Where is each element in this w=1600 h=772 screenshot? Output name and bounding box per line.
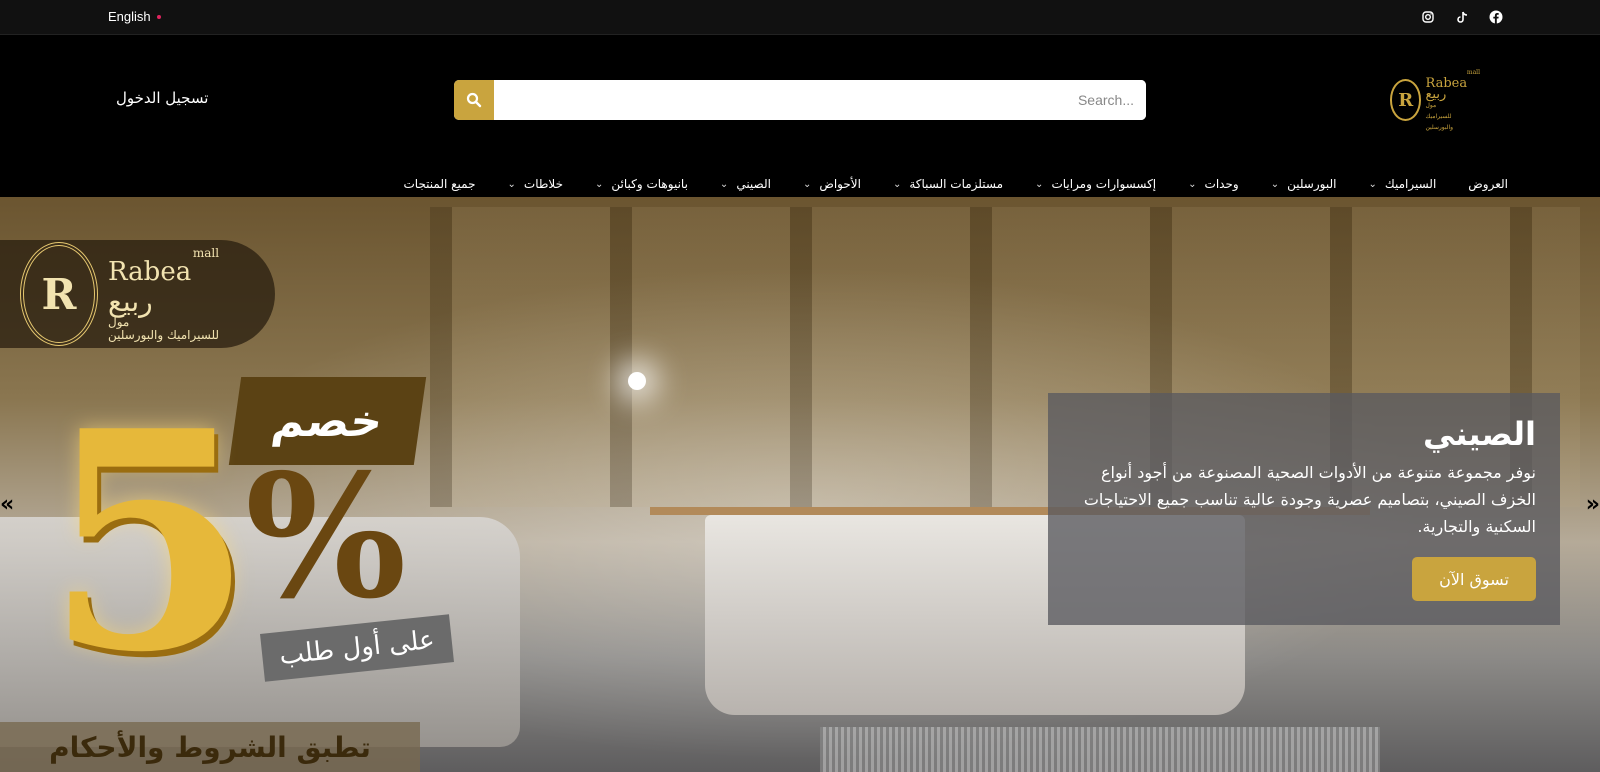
- logo-name-ar: ربيع: [1425, 87, 1447, 102]
- slide-description: نوفر مجموعة متنوعة من الأدوات الصحية الم…: [1083, 463, 1536, 536]
- logo-suffix-ar: مول: [1425, 102, 1437, 109]
- hero-background-rug: [820, 727, 1380, 772]
- nav-item-label: العروض: [1468, 177, 1508, 191]
- search-button[interactable]: [454, 80, 494, 120]
- nav-item-label: وحدات: [1204, 177, 1239, 191]
- slider-next-arrow[interactable]: »: [1586, 492, 1600, 517]
- nav-item-2[interactable]: البورسلين ⌄: [1271, 177, 1337, 191]
- nav-item-6[interactable]: الأحواض ⌄: [803, 177, 861, 191]
- language-switcher[interactable]: English: [108, 9, 161, 24]
- logo-text: mall Rabea ربيع مول للسيراميك والبورسلين: [1425, 67, 1480, 133]
- slide-caption: الصيني نوفر مجموعة متنوعة من الأدوات الص…: [1048, 393, 1560, 625]
- nav-item-8[interactable]: بانيوهات وكبائن ⌄: [595, 177, 688, 191]
- promo-logo-tagline: للسيراميك والبورسلين: [108, 327, 220, 342]
- promo-logo-ar: ربيع: [108, 284, 153, 318]
- instagram-icon[interactable]: [1420, 9, 1436, 25]
- nav-item-0[interactable]: العروض: [1468, 177, 1508, 191]
- facebook-icon[interactable]: [1488, 9, 1504, 25]
- nav-item-10[interactable]: جميع المنتجات: [403, 177, 475, 191]
- chevron-down-icon: ⌄: [507, 178, 516, 190]
- nav-item-1[interactable]: السيراميك ⌄: [1368, 177, 1436, 191]
- tiktok-icon[interactable]: [1454, 9, 1470, 25]
- chevron-down-icon: ⌄: [802, 178, 812, 190]
- main-nav: العروض السيراميك ⌄ البورسلين ⌄ وحدات ⌄ إكسسوارا…: [371, 170, 1508, 198]
- hero-slider: R mall Rabea ربيع مول للسيراميك والبورسل…: [0, 197, 1600, 772]
- slider-prev-arrow[interactable]: «: [0, 492, 14, 517]
- nav-item-4[interactable]: إكسسوارات ومرايات ⌄: [1035, 177, 1156, 191]
- top-bar: English: [0, 0, 1600, 35]
- slide-title: الصيني: [1422, 415, 1536, 453]
- chevron-down-icon: ⌄: [1188, 178, 1197, 190]
- nav-item-label: خلاطات: [523, 177, 564, 191]
- site-logo[interactable]: R mall Rabea ربيع مول للسيراميك والبورسل…: [1390, 69, 1480, 131]
- site-header: تسجيل الدخول R mall Rabea ربيع مول للسير…: [0, 36, 1600, 196]
- login-link[interactable]: تسجيل الدخول: [116, 89, 208, 107]
- promo-logo-text: mall Rabea ربيع مول للسيراميك والبورسلين: [108, 247, 219, 341]
- promo-terms: تطبق الشروط والأحكام: [0, 722, 420, 772]
- promo-logo-emblem: R: [20, 242, 98, 346]
- search-input[interactable]: [494, 80, 1146, 120]
- nav-item-3[interactable]: وحدات ⌄: [1188, 177, 1239, 191]
- chevron-down-icon: ⌄: [595, 178, 604, 190]
- chevron-down-icon: ⌄: [892, 178, 902, 190]
- nav-item-label: الأحواض: [819, 177, 861, 191]
- shop-now-button[interactable]: تسوق الآن: [1412, 557, 1536, 601]
- language-dropdown-icon: [156, 14, 161, 19]
- promo-discount-number: 5: [45, 365, 254, 718]
- search-bar: [454, 80, 1146, 120]
- chevron-down-icon: ⌄: [719, 178, 729, 190]
- chevron-down-icon: ⌄: [1035, 178, 1044, 190]
- nav-item-7[interactable]: الصيني ⌄: [720, 177, 771, 191]
- logo-tagline: للسيراميك والبورسلين: [1425, 113, 1454, 131]
- nav-item-label: جميع المنتجات: [403, 177, 476, 191]
- promo-percent-sign: %: [245, 437, 407, 637]
- chevron-down-icon: ⌄: [1270, 178, 1280, 190]
- nav-item-label: الصيني: [736, 177, 771, 191]
- nav-item-5[interactable]: مستلزمات السباكة ⌄: [893, 177, 1003, 191]
- nav-item-label: بانيوهات وكبائن: [611, 177, 688, 191]
- nav-item-label: السيراميك: [1384, 177, 1437, 191]
- promo-logo-en: Rabea: [108, 257, 192, 288]
- promo-logo-suffix-ar: مول: [108, 315, 130, 330]
- language-label: English: [108, 9, 151, 24]
- social-links: [1420, 9, 1504, 25]
- search-icon: [466, 92, 482, 108]
- promo-logo: R mall Rabea ربيع مول للسيراميك والبورسل…: [0, 240, 275, 348]
- nav-item-9[interactable]: خلاطات ⌄: [508, 177, 563, 191]
- nav-item-label: إكسسوارات ومرايات: [1051, 177, 1157, 191]
- logo-emblem: R: [1390, 79, 1422, 121]
- nav-item-label: مستلزمات السباكة: [909, 177, 1004, 191]
- nav-item-label: البورسلين: [1287, 177, 1337, 191]
- chevron-down-icon: ⌄: [1368, 178, 1377, 190]
- hero-background-light: [628, 372, 646, 390]
